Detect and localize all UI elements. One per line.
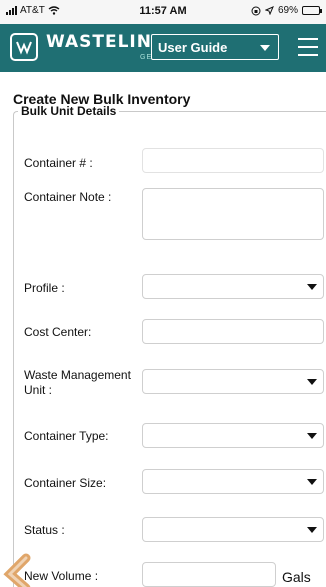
section-legend: Bulk Unit Details [21,104,117,118]
app-header: WASTELINQ GENERATOR User Guide [0,24,326,72]
container-number-label: Container # : [24,156,93,170]
battery-status: 69% [251,5,322,16]
container-type-label: Container Type: [24,429,109,443]
chevron-down-icon [307,527,317,533]
container-note-textarea[interactable] [142,188,324,240]
hamburger-icon[interactable] [298,38,318,56]
new-volume-input[interactable] [142,562,276,587]
chevron-down-icon [307,284,317,290]
user-guide-select[interactable]: User Guide [151,34,279,60]
container-size-label: Container Size: [24,476,107,490]
volume-units: Gals [282,569,311,585]
wasteline-check-logo [10,33,38,61]
waste-management-unit-label: Waste Management Unit : [24,368,131,397]
battery-icon [302,6,322,15]
check-logo-icon [16,41,32,55]
status-bar: AT&T 11:57 AM 69% [0,0,326,24]
chevron-down-icon [260,45,270,51]
status-select[interactable] [142,517,324,542]
profile-select[interactable] [142,274,324,299]
container-type-select[interactable] [142,423,324,448]
waste-management-unit-select[interactable] [142,369,324,394]
location-icon [264,6,274,15]
container-note-label: Container Note : [24,190,112,204]
container-size-select[interactable] [142,469,324,494]
chevron-down-icon [307,433,317,439]
brand-name: WASTELINQ [46,32,168,52]
bulk-unit-details-section: Bulk Unit Details [13,104,326,587]
status-label: Status : [24,523,65,537]
chevron-down-icon [307,379,317,385]
orientation-lock-icon [251,6,261,15]
cost-center-input[interactable] [142,319,324,344]
container-number-input[interactable] [142,148,324,173]
cost-center-label: Cost Center: [24,325,92,339]
back-chevron-icon[interactable] [0,552,38,587]
chevron-down-icon [307,479,317,485]
user-guide-select-value: User Guide [158,40,228,55]
battery-percent: 69% [277,5,298,16]
profile-label: Profile : [24,281,65,295]
